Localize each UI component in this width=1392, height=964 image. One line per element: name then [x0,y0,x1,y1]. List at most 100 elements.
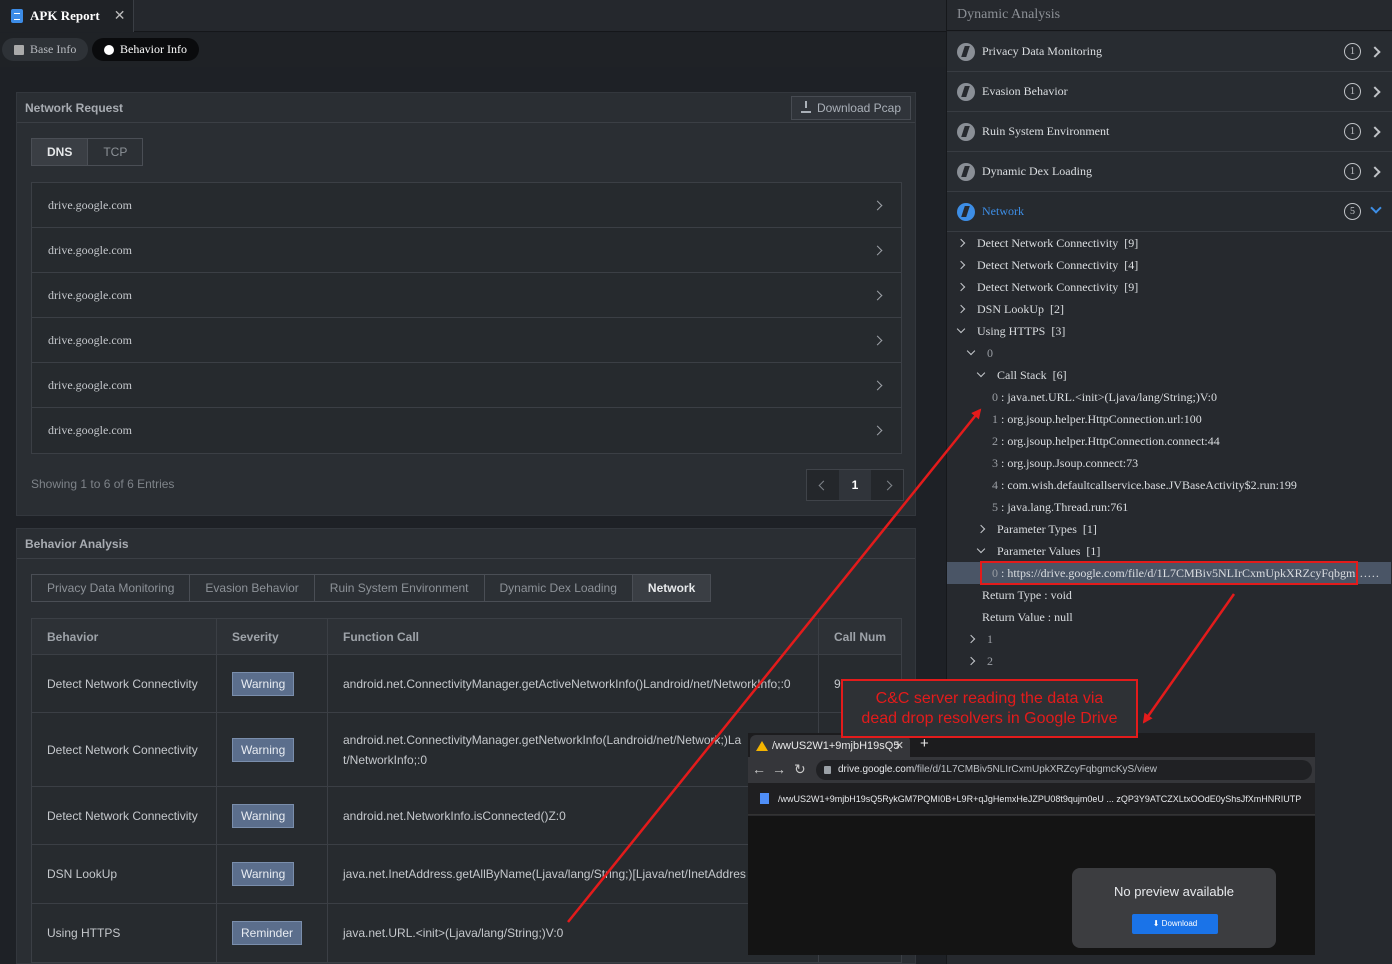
pagination: 1 [806,469,904,501]
table-row[interactable]: Detect Network Connectivity Warning andr… [31,654,902,713]
tree-node-label: Detect Network Connectivity [977,258,1119,272]
chevron-left-icon [818,480,828,490]
tab-behavior-info[interactable]: Behavior Info [92,38,199,61]
url-domain: drive.google.com [838,764,915,775]
list-item-label: drive.google.com [48,242,132,257]
chevron-right-icon [872,425,883,436]
tab-base-info[interactable]: Base Info [2,38,89,61]
reload-icon[interactable]: ↻ [794,761,806,778]
tree-node[interactable]: Parameter Values [1] [976,540,1100,562]
page-number[interactable]: 1 [839,470,871,500]
download-pcap-button[interactable]: Download Pcap [790,96,911,120]
entries-count: Showing 1 to 6 of 6 Entries [31,477,175,491]
tab-evasion-behavior[interactable]: Evasion Behavior [190,575,315,601]
list-item[interactable]: drive.google.com [32,318,901,363]
return-type: Return Type : void [982,588,1072,602]
next-page-button[interactable] [871,470,903,500]
chevron-right-icon [872,380,883,390]
download-pcap-label: Download Pcap [816,101,901,115]
entry-index: 3 [992,456,998,470]
back-icon[interactable]: ← [752,761,766,777]
no-preview-card: No preview available ⬇ Download [1072,868,1276,948]
entry-text: java.lang.Thread.run:761 [1007,500,1129,514]
download-button[interactable]: ⬇ Download [1132,914,1218,934]
close-icon[interactable]: ✕ [895,735,904,757]
bolt-icon [957,122,975,141]
chevron-right-icon [872,200,883,210]
forward-icon[interactable]: → [772,761,786,777]
tree-node[interactable]: Detect Network Connectivity [4] [956,254,1138,276]
tab-dynamic-dex-loading[interactable]: Dynamic Dex Loading [484,575,633,601]
tab-title: APK Report [30,8,100,23]
count-badge: 1 [1344,43,1361,60]
tab-network[interactable]: Network [632,575,711,601]
list-item-label: drive.google.com [48,423,132,437]
address-bar[interactable]: drive.google.com/file/d/1L7CMBiv5NLIrCxm… [816,760,1312,780]
list-item-label: drive.google.com [48,197,132,212]
category-ruin-system-environment[interactable]: Ruin System Environment 1 [947,112,1392,152]
tree-node[interactable]: 0 [966,342,993,364]
function-call-cell: java.net.InetAddress.getAllByName(Ljava/… [327,844,819,904]
chevron-right-icon [1369,165,1381,178]
chevron-right-icon [956,260,966,270]
prev-page-button[interactable] [807,470,839,500]
chevron-right-icon [872,335,883,345]
network-request-panel: Network Request Download Pcap DNS TCP dr… [16,92,916,516]
tree-node[interactable]: Call Stack [6] [976,364,1067,386]
tab-privacy-data-monitoring[interactable]: Privacy Data Monitoring [32,575,191,601]
tab-dns[interactable]: DNS [32,139,89,165]
tree-node[interactable]: Using HTTPS [3] [956,320,1065,342]
category-dynamic-dex-loading[interactable]: Dynamic Dex Loading 1 [947,152,1392,192]
list-item-label: drive.google.com [48,287,132,302]
tab-behavior-info-label: Behavior Info [120,42,187,56]
file-header: /wwUS2W1+9mjbH19sQ5RykGM7PQMI0B+L9R+qJgH… [748,783,1315,815]
severity-badge: Warning [232,862,295,886]
call-stack-entry: 4 : com.wish.defaultcallservice.base.JVB… [992,478,1297,492]
tree-node[interactable]: DSN LookUp [2] [956,298,1064,320]
tree-node-count: [9] [1124,236,1139,250]
count-badge: 1 [1344,123,1361,140]
tab-apk-report[interactable]: APK Report ✕ [0,0,134,32]
call-stack-entry: 0 : java.net.URL.<init>(Ljava/lang/Strin… [992,390,1217,404]
google-drive-icon [756,741,768,751]
panel-title: Behavior Analysis [17,529,915,559]
browser-tab[interactable]: /wwUS2W1+9mjbH19sQ5 ✕ [750,735,910,757]
category-label: Ruin System Environment [982,124,1110,138]
chevron-right-icon [956,282,966,292]
category-label: Evasion Behavior [982,84,1068,98]
tree-node[interactable]: 2 [966,650,993,672]
tree-node-label: Detect Network Connectivity [977,280,1119,294]
list-item[interactable]: drive.google.com [32,183,901,228]
category-privacy-data-monitoring[interactable]: Privacy Data Monitoring 1 [947,32,1392,72]
severity-cell: Warning [216,712,328,787]
severity-cell: Warning [216,654,328,713]
tree-node[interactable]: Detect Network Connectivity [9] [956,232,1139,254]
list-item[interactable]: drive.google.com [32,228,901,273]
list-item[interactable]: drive.google.com [32,408,901,453]
browser-screenshot-overlay: /wwUS2W1+9mjbH19sQ5 ✕ + ← → ↻ drive.goog… [748,733,1315,955]
behavior-cell: DSN LookUp [31,844,217,904]
count-badge: 5 [1344,203,1361,220]
function-call-cell: java.net.URL.<init>(Ljava/lang/String;)V… [327,903,819,963]
severity-badge: Warning [232,803,295,828]
severity-cell: Warning [216,786,328,845]
entry-text: java.net.URL.<init>(Ljava/lang/String;)V… [1007,390,1217,404]
category-evasion-behavior[interactable]: Evasion Behavior 1 [947,72,1392,112]
entry-text: com.wish.defaultcallservice.base.JVBaseA… [1007,478,1297,492]
tree-node-label: 2 [987,654,993,668]
tree-node[interactable]: 1 [966,628,993,650]
list-item[interactable]: drive.google.com [32,363,901,408]
column-header-behavior: Behavior [31,618,217,655]
tab-ruin-system-environment[interactable]: Ruin System Environment [314,575,485,601]
list-item[interactable]: drive.google.com [32,273,901,318]
browser-toolbar: ← → ↻ drive.google.com/file/d/1L7CMBiv5N… [748,757,1315,783]
chevron-right-icon [976,524,986,534]
category-network[interactable]: Network 5 [947,192,1392,232]
close-icon[interactable]: ✕ [114,8,126,25]
tab-tcp[interactable]: TCP [88,139,143,165]
tree-node[interactable]: Detect Network Connectivity [9] [956,276,1138,298]
entry-text: org.jsoup.Jsoup.connect:73 [1007,456,1139,470]
tree-node[interactable]: Parameter Types [1] [976,518,1097,540]
bolt-icon [957,82,975,101]
entry-index: 0 [992,390,998,404]
